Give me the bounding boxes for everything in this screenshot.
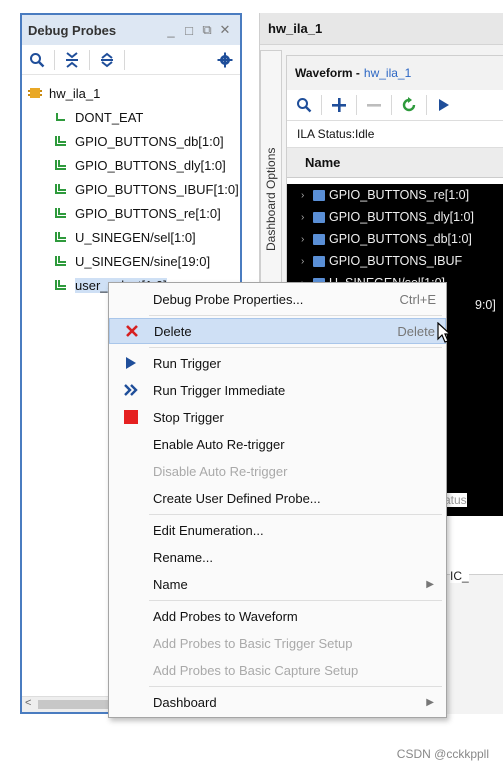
signal-name: GPIO_BUTTONS_dly[1:0] <box>329 210 474 224</box>
menu-item-dashboard[interactable]: Dashboard ▶ <box>109 689 446 715</box>
bus-signal-icon <box>313 189 325 201</box>
collapse-all-icon[interactable] <box>61 49 83 71</box>
bus-signal-icon <box>313 211 325 223</box>
signal-name-fragment: 9:0] <box>475 298 496 312</box>
search-icon[interactable] <box>26 49 48 71</box>
ila-core-icon <box>28 86 46 100</box>
maximize-button[interactable]: □ <box>180 23 198 38</box>
probe-item[interactable]: GPIO_BUTTONS_re[1:0] <box>22 201 240 225</box>
signal-row[interactable]: › GPIO_BUTTONS_IBUF <box>287 250 503 272</box>
probe-label: DONT_EAT <box>75 109 144 125</box>
bus-probe-icon <box>54 230 72 244</box>
menu-item-name[interactable]: Name ▶ <box>109 571 446 597</box>
expand-all-icon[interactable] <box>96 49 118 71</box>
bus-probe-icon <box>54 278 72 292</box>
name-column-header[interactable]: Name <box>287 148 503 178</box>
probe-item[interactable]: GPIO_BUTTONS_db[1:0] <box>22 129 240 153</box>
menu-item-add-probes-to-waveform[interactable]: Add Probes to Waveform <box>109 603 446 629</box>
menu-item-stop-trigger[interactable]: Stop Trigger <box>109 404 446 430</box>
ila-status: ILA Status:Idle <box>287 120 503 148</box>
dashboard-options-tab[interactable]: Dashboard Options <box>260 50 282 288</box>
status-tab-fragment: atus <box>444 493 467 507</box>
menu-item-debug-probe-properties[interactable]: Debug Probe Properties... Ctrl+E <box>109 286 446 312</box>
close-button[interactable]: ✕ <box>216 22 234 38</box>
probe-tree: hw_ila_1 DONT_EAT GPIO_BUTTONS_db[1:0] G… <box>22 75 240 297</box>
signal-row[interactable]: › GPIO_BUTTONS_dly[1:0] <box>287 206 503 228</box>
probe-item[interactable]: GPIO_BUTTONS_IBUF[1:0] <box>22 177 240 201</box>
probe-label: U_SINEGEN/sel[1:0] <box>75 229 196 245</box>
menu-item-disable-auto-retrigger: Disable Auto Re-trigger <box>153 463 288 479</box>
signal-name: GPIO_BUTTONS_IBUF <box>329 254 463 268</box>
probe-label: GPIO_BUTTONS_re[1:0] <box>75 205 221 221</box>
submenu-arrow-icon: ▶ <box>426 578 434 590</box>
debug-probes-toolbar <box>22 45 240 75</box>
search-icon[interactable] <box>293 94 315 116</box>
menu-item-run-trigger[interactable]: Run Trigger <box>109 350 446 376</box>
play-icon <box>109 356 153 370</box>
debug-probes-title: Debug Probes <box>28 22 117 38</box>
play-icon[interactable] <box>433 94 455 116</box>
bus-probe-icon <box>54 254 72 268</box>
probe-label: GPIO_BUTTONS_dly[1:0] <box>75 157 226 173</box>
bus-signal-icon <box>313 233 325 245</box>
context-menu: Debug Probe Properties... Ctrl+E Delete … <box>108 282 447 718</box>
probe-label: U_SINEGEN/sine[19:0] <box>75 253 211 269</box>
float-button[interactable]: ⧉ <box>198 22 216 38</box>
bus-probe-icon <box>54 158 72 172</box>
signal-name: GPIO_BUTTONS_db[1:0] <box>329 232 472 246</box>
tree-root-label: hw_ila_1 <box>49 85 101 101</box>
menu-item-add-probes-basic-trigger: Add Probes to Basic Trigger Setup <box>153 635 353 651</box>
waveform-header: Waveform - hw_ila_1 <box>287 56 503 90</box>
probe-label: GPIO_BUTTONS_db[1:0] <box>75 133 224 149</box>
bus-probe-icon <box>54 206 72 220</box>
watermark: CSDN @cckkppll <box>396 747 489 761</box>
expand-chevron-icon[interactable]: › <box>301 190 313 201</box>
dropdown-fragment: IC_ <box>450 569 469 583</box>
probe-item[interactable]: U_SINEGEN/sel[1:0] <box>22 225 240 249</box>
waveform-title: Waveform - <box>295 66 360 80</box>
tab-hw-ila-1[interactable]: hw_ila_1 <box>260 13 503 45</box>
tree-root-hw-ila-1[interactable]: hw_ila_1 <box>22 81 240 105</box>
scroll-left-icon[interactable]: < <box>25 697 31 709</box>
gear-icon[interactable] <box>214 49 236 71</box>
mouse-cursor-icon <box>437 321 452 347</box>
stop-icon <box>109 410 153 424</box>
plus-icon[interactable] <box>328 94 350 116</box>
signal-row[interactable]: › GPIO_BUTTONS_db[1:0] <box>287 228 503 250</box>
expand-chevron-icon[interactable]: › <box>301 212 313 223</box>
menu-item-create-user-defined-probe[interactable]: Create User Defined Probe... <box>109 485 446 511</box>
waveform-link[interactable]: hw_ila_1 <box>364 66 411 80</box>
menu-item-delete[interactable]: Delete Delete <box>109 318 446 344</box>
probe-item[interactable]: U_SINEGEN/sine[19:0] <box>22 249 240 273</box>
dashboard-options-label: Dashboard Options <box>264 147 278 251</box>
menu-item-rename[interactable]: Rename... <box>109 544 446 570</box>
menu-item-edit-enumeration[interactable]: Edit Enumeration... <box>109 517 446 543</box>
probe-label: GPIO_BUTTONS_IBUF[1:0] <box>75 181 239 197</box>
probe-item[interactable]: GPIO_BUTTONS_dly[1:0] <box>22 153 240 177</box>
minimize-button[interactable]: _ <box>162 23 180 38</box>
signal-name: GPIO_BUTTONS_re[1:0] <box>329 188 470 202</box>
submenu-arrow-icon: ▶ <box>426 696 434 708</box>
bus-probe-icon <box>54 182 72 196</box>
refresh-icon[interactable] <box>398 94 420 116</box>
menu-item-enable-auto-retrigger[interactable]: Enable Auto Re-trigger <box>109 431 446 457</box>
menu-item-add-probes-basic-capture: Add Probes to Basic Capture Setup <box>153 662 359 678</box>
double-chevron-icon <box>109 383 153 397</box>
single-probe-icon <box>54 110 72 124</box>
x-icon <box>110 324 154 338</box>
bus-probe-icon <box>54 134 72 148</box>
debug-probes-header: Debug Probes _ □ ⧉ ✕ <box>22 15 240 45</box>
probe-item[interactable]: DONT_EAT <box>22 105 240 129</box>
expand-chevron-icon[interactable]: › <box>301 256 313 267</box>
menu-item-run-trigger-immediate[interactable]: Run Trigger Immediate <box>109 377 446 403</box>
waveform-toolbar <box>287 90 503 120</box>
signal-row[interactable]: › GPIO_BUTTONS_re[1:0] <box>287 184 503 206</box>
expand-chevron-icon[interactable]: › <box>301 234 313 245</box>
minus-icon[interactable] <box>363 94 385 116</box>
bus-signal-icon <box>313 255 325 267</box>
